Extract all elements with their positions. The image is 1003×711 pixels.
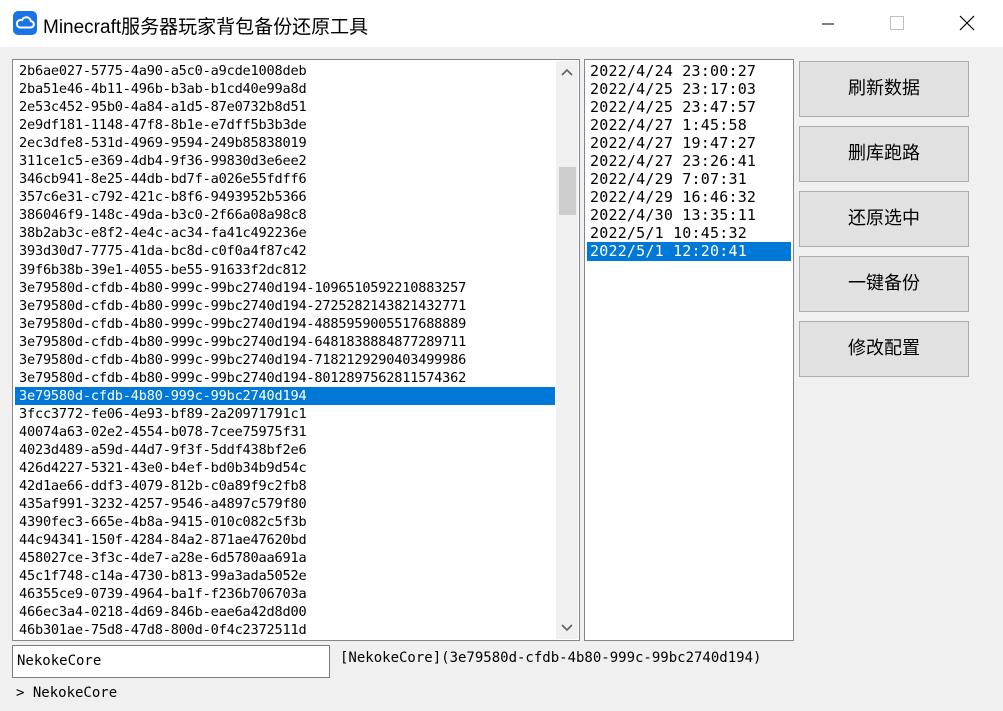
minimize-icon [822,23,834,25]
uuid-list-item[interactable]: 3e79580d-cfdb-4b80-999c-99bc2740d194 [15,386,555,405]
uuid-list-item[interactable]: 44c94341-150f-4284-84a2-871ae47620bd [15,531,555,549]
scroll-down-button[interactable] [556,617,578,639]
title-bar: Minecraft服务器玩家背包备份还原工具 [0,0,1003,47]
cloud-icon [13,11,37,35]
uuid-list-item[interactable]: 357c6e31-c792-421c-b8f6-9493952b5366 [15,188,555,206]
uuid-list-item[interactable]: 3fcc3772-fe06-4e93-bf89-2a20971791c1 [15,405,555,423]
uuid-list-item[interactable]: 46b301ae-75d8-47d8-800d-0f4c2372511d [15,621,555,639]
chevron-down-icon [561,624,573,632]
uuid-list-item[interactable]: 458027ce-3f3c-4de7-a28e-6d5780aa691a [15,549,555,567]
chevron-up-icon [561,68,573,76]
uuid-list-scrollbar[interactable] [556,61,578,639]
backup-date-list[interactable]: 2022/4/24 23:00:27 2022/4/25 23:17:03 2022… [584,59,794,641]
uuid-list-item[interactable]: 466ec3a4-0218-4d69-846b-eae6a42d8d00 [15,603,555,621]
delete-database-button[interactable]: 删库跑路 [799,126,969,182]
uuid-list-item[interactable]: 3e79580d-cfdb-4b80-999c-99bc2740d194-718… [15,351,555,369]
uuid-list-item[interactable]: 3e79580d-cfdb-4b80-999c-99bc2740d194-488… [15,315,555,333]
uuid-list-item[interactable]: 2ec3dfe8-531d-4969-9594-249b85838019 [15,134,555,152]
uuid-list-item[interactable]: 311ce1c5-e369-4db4-9f36-99830d3e6ee2 [15,152,555,170]
date-list-item[interactable]: 2022/4/29 16:46:32 [587,188,791,206]
uuid-list-item[interactable]: 3e79580d-cfdb-4b80-999c-99bc2740d194-109… [15,279,555,297]
date-list-item[interactable]: 2022/4/30 13:35:11 [587,206,791,224]
date-list-rows: 2022/4/24 23:00:27 2022/4/25 23:17:03 2022… [587,62,791,261]
uuid-list-item[interactable]: 3e79580d-cfdb-4b80-999c-99bc2740d194-801… [15,369,555,387]
uuid-list-item[interactable]: 426d4227-5321-43e0-b4ef-bd0b34b9d54c [15,459,555,477]
uuid-list-item[interactable]: 2e9df181-1148-47f8-8b1e-e7dff5b3b3de [15,116,555,134]
uuid-list-item[interactable]: 45c1f748-c14a-4730-b813-99a3ada5052e [15,567,555,585]
scroll-thumb[interactable] [559,167,576,215]
uuid-list-item[interactable]: 4023d489-a59d-44d7-9f3f-5ddf438bf2e6 [15,441,555,459]
uuid-list-item[interactable]: 2b6ae027-5775-4a90-a5c0-a9cde1008deb [15,62,555,80]
refresh-data-button[interactable]: 刷新数据 [799,61,969,117]
maximize-icon [890,16,904,30]
close-button[interactable] [944,0,990,47]
date-list-item[interactable]: 2022/4/27 1:45:58 [587,116,791,134]
date-list-item[interactable]: 2022/5/1 10:45:32 [587,224,791,242]
window-title: Minecraft服务器玩家背包备份还原工具 [43,17,369,38]
date-list-item[interactable]: 2022/4/25 23:47:57 [587,98,791,116]
edit-config-button[interactable]: 修改配置 [799,321,969,377]
date-list-item[interactable]: 2022/4/27 19:47:27 [587,134,791,152]
uuid-list-item[interactable]: 39f6b38b-39e1-4055-be55-91633f2dc812 [15,261,555,279]
date-list-item[interactable]: 2022/5/1 12:20:41 [587,242,791,261]
uuid-list-item[interactable]: 3e79580d-cfdb-4b80-999c-99bc2740d194-272… [15,297,555,315]
uuid-list-item[interactable]: 2e53c452-95b0-4a84-a1d5-87e0732b8d51 [15,98,555,116]
uuid-list-item[interactable]: 2ba51e46-4b11-496b-b3ab-b1cd40e99a8d [15,80,555,98]
minimize-button[interactable] [805,0,851,47]
uuid-list-item[interactable]: 386046f9-148c-49da-b3c0-2f66a08a98c8 [15,206,555,224]
date-list-item[interactable]: 2022/4/27 23:26:41 [587,152,791,170]
uuid-list-item[interactable]: 46355ce9-0739-4964-ba1f-f236b706703a [15,585,555,603]
one-click-backup-button[interactable]: 一键备份 [799,256,969,312]
uuid-list-rows: 2b6ae027-5775-4a90-a5c0-a9cde1008deb 2ba5… [15,62,555,640]
date-list-item[interactable]: 2022/4/29 7:07:31 [587,170,791,188]
player-name-input[interactable]: NekokeCore [12,645,330,678]
player-uuid-label: [NekokeCore](3e79580d-cfdb-4b80-999c-99b… [340,650,762,666]
date-list-item[interactable]: 2022/4/24 23:00:27 [587,62,791,80]
date-list-item[interactable]: 2022/4/25 23:17:03 [587,80,791,98]
uuid-list-item[interactable]: 4390fec3-665e-4b8a-9415-010c082c5f3b [15,513,555,531]
uuid-list-item[interactable]: 346cb941-8e25-44db-bd7f-a026e55fdff6 [15,170,555,188]
restore-selected-button[interactable]: 还原选中 [799,191,969,247]
scroll-up-button[interactable] [556,61,578,83]
uuid-list-item[interactable]: 40074a63-02e2-4554-b078-7cee75975f31 [15,423,555,441]
uuid-list-item[interactable]: 393d30d7-7775-41da-bc8d-c0f0a4f87c42 [15,242,555,260]
status-line: > NekokeCore [16,685,118,701]
uuid-list-item[interactable]: 3e79580d-cfdb-4b80-999c-99bc2740d194-648… [15,333,555,351]
close-icon [959,15,975,31]
maximize-button[interactable] [874,0,920,47]
uuid-list-item[interactable]: 435af991-3232-4257-9546-a4897c579f80 [15,495,555,513]
player-uuid-list[interactable]: 2b6ae027-5775-4a90-a5c0-a9cde1008deb 2ba5… [12,59,580,641]
uuid-list-item[interactable]: 38b2ab3c-e8f2-4e4c-ac34-fa41c492236e [15,224,555,242]
uuid-list-item[interactable]: 42d1ae66-ddf3-4079-812b-c0a89f9c2fb8 [15,477,555,495]
